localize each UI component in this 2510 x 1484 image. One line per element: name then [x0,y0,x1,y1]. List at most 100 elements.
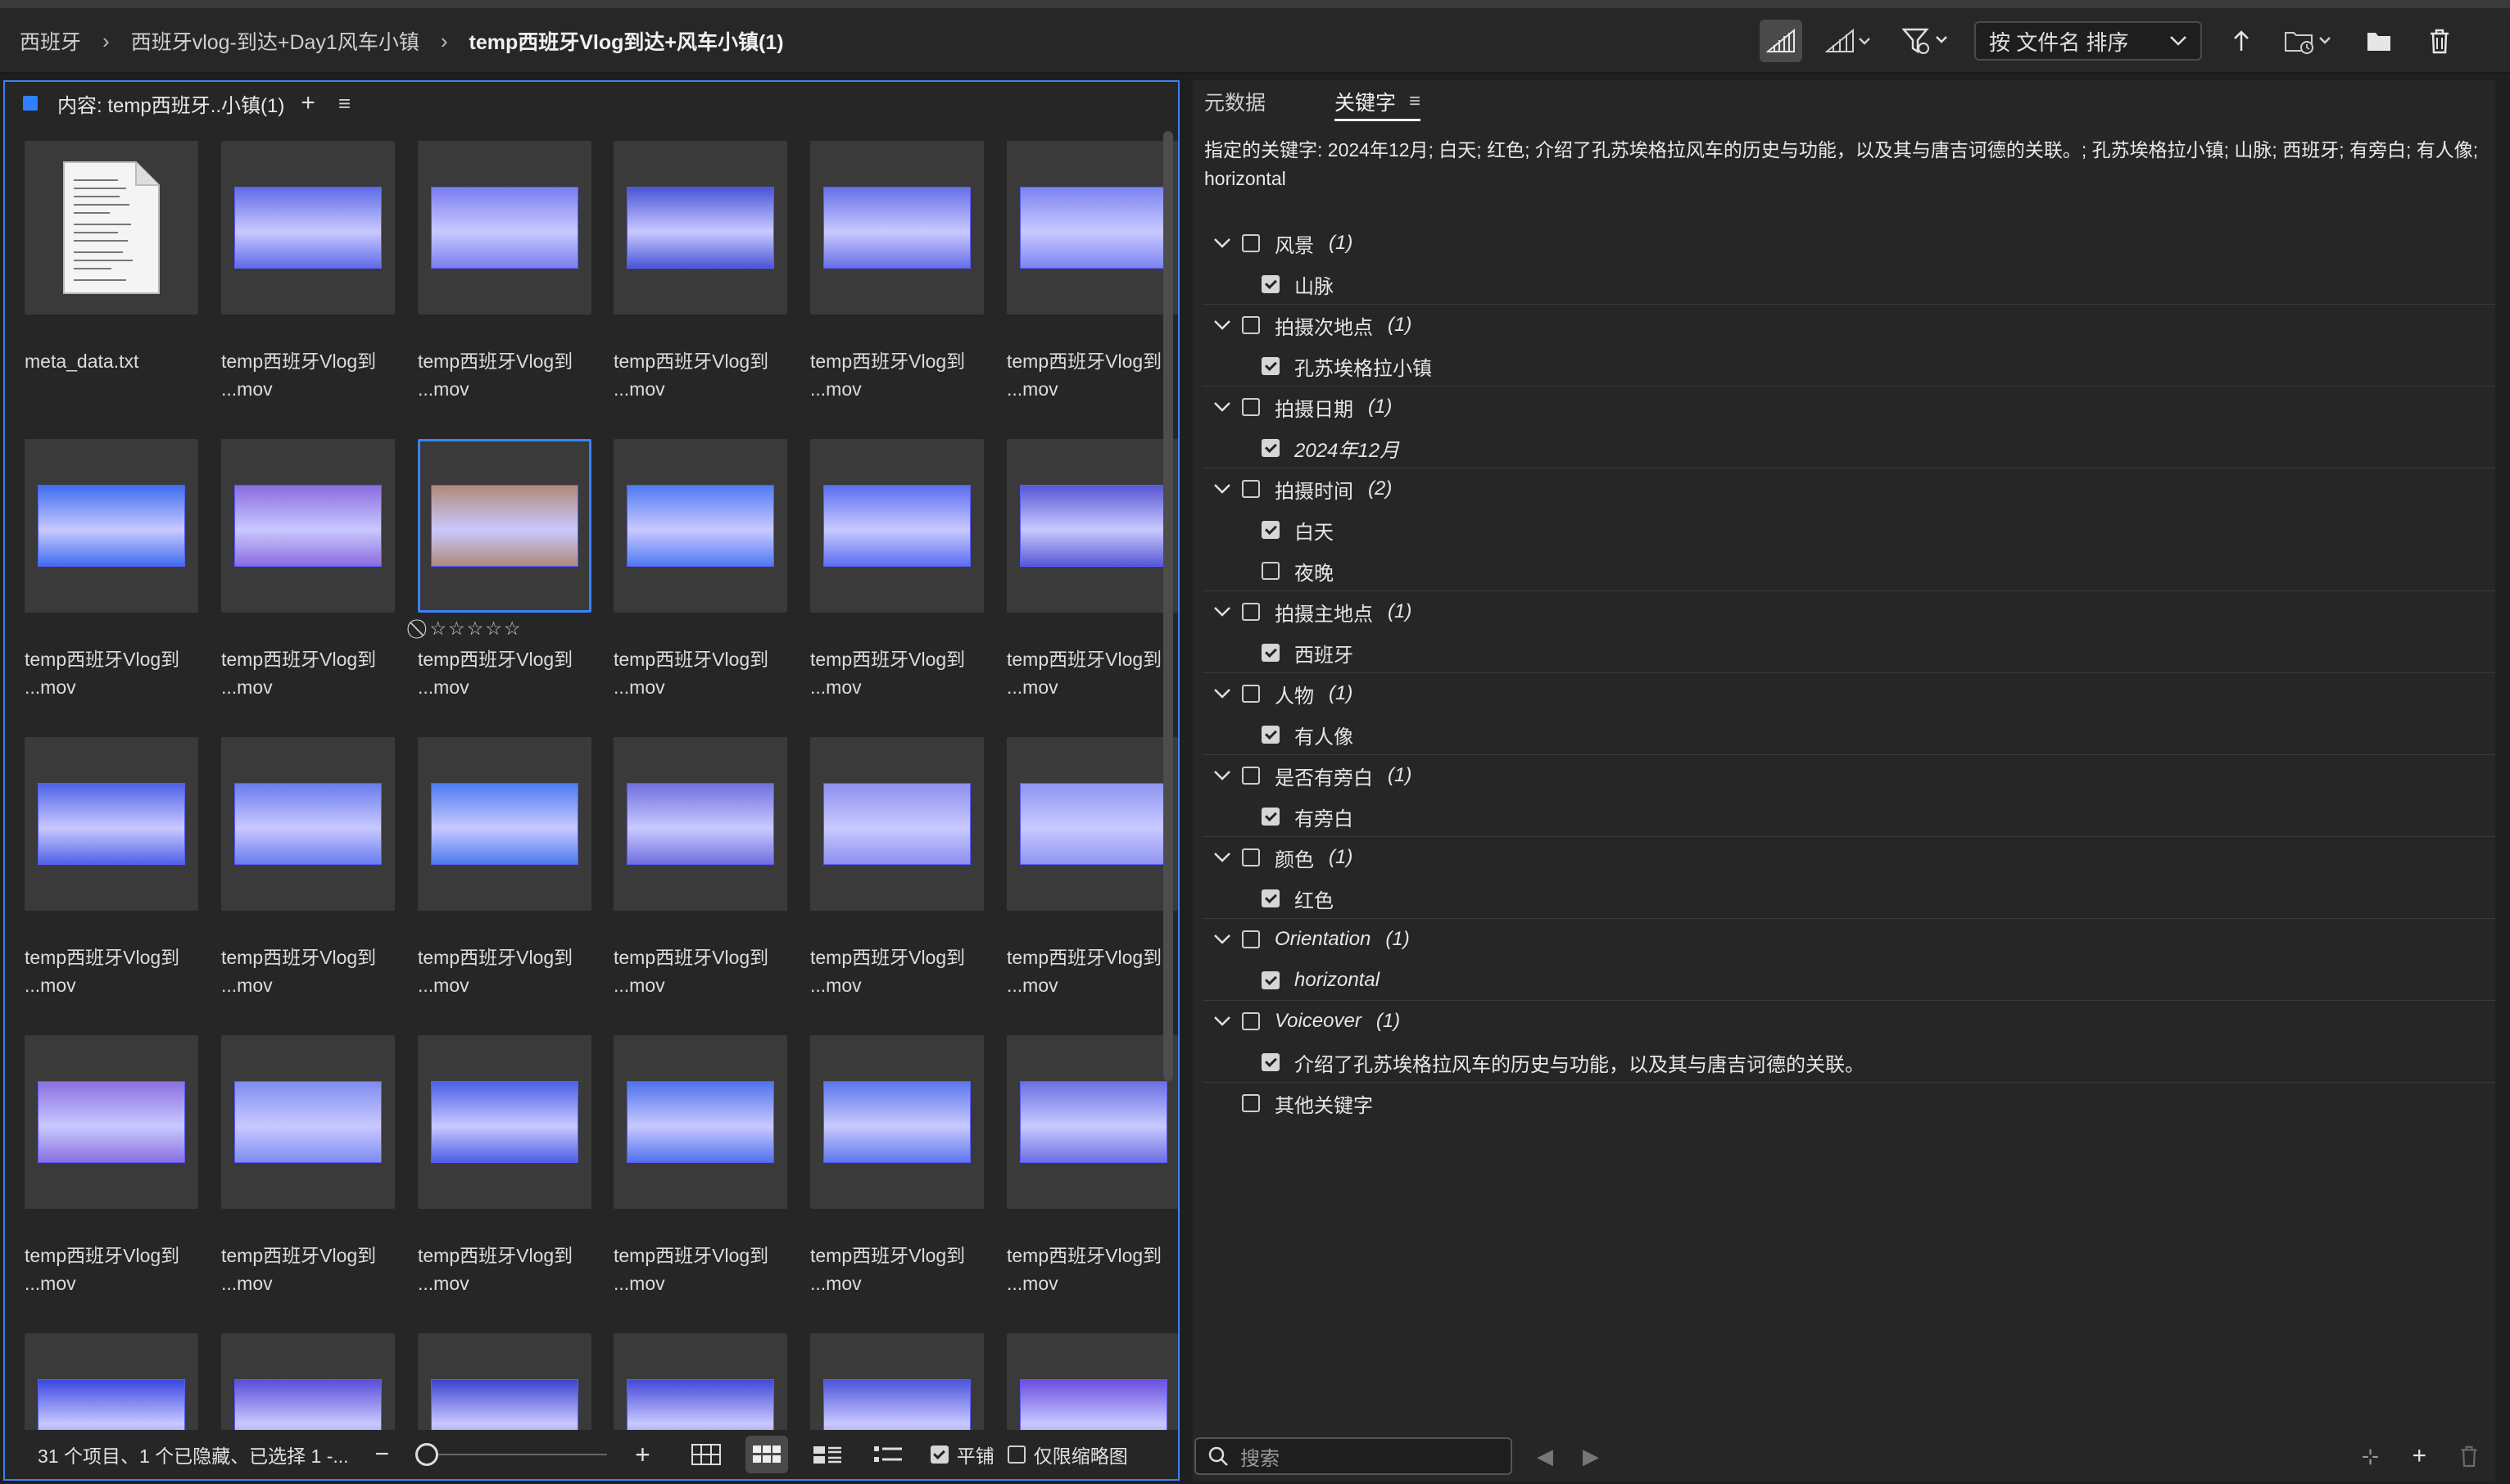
keyword-checkbox[interactable] [1242,767,1260,785]
thumbnail-image[interactable] [25,439,198,613]
thumbnail-item[interactable]: temp西班牙Vlog到 ...mov [418,141,591,403]
thumbnails-only-option[interactable]: 仅限缩略图 [1007,1441,1128,1468]
tab-keywords[interactable]: 关键字 ≡ [1334,80,1421,123]
breadcrumb-item-root[interactable]: 西班牙 [20,26,81,56]
previous-result-icon[interactable]: ◀ [1537,1444,1553,1469]
breadcrumb-item-current[interactable]: temp西班牙Vlog到达+风车小镇(1) [469,26,784,56]
keyword-item[interactable]: 孔苏埃格拉小镇 [1203,346,2495,387]
quality-dropdown-button[interactable] [1820,20,1879,62]
thumbnail-image[interactable] [810,141,984,314]
rating-stars[interactable]: ⃠ ☆☆☆☆☆ [421,618,523,640]
chevron-down-icon[interactable] [1212,479,1232,499]
keyword-group[interactable]: 拍摄主地点 (1) [1203,591,2495,632]
thumbnail-image[interactable] [221,737,395,911]
thumbnail-item[interactable]: temp西班牙Vlog到 ...mov [1007,1035,1178,1297]
content-scrollbar[interactable] [1163,131,1173,1081]
thumbnail-image[interactable] [221,439,395,613]
thumbnail-item[interactable]: temp西班牙Vlog到 ...mov [810,1035,984,1297]
keyword-checkbox[interactable] [1262,562,1280,580]
keyword-checkbox[interactable] [1242,234,1260,252]
keyword-checkbox[interactable] [1262,726,1280,744]
chevron-down-icon[interactable] [1212,766,1232,785]
chevron-down-icon[interactable] [1212,233,1232,253]
keyword-checkbox[interactable] [1262,971,1280,989]
keyword-group[interactable]: 颜色 (1) [1203,837,2495,878]
keyword-checkbox[interactable] [1262,357,1280,375]
chevron-down-icon[interactable] [1212,602,1232,622]
keyword-group[interactable]: 拍摄日期 (1) [1203,387,2495,428]
thumbnail-item[interactable]: temp西班牙Vlog到 ...mov [25,737,198,999]
thumbnail-item[interactable]: temp西班牙Vlog到 ...mov [1007,141,1178,403]
tile-checkbox[interactable] [930,1446,949,1464]
thumbnail-image[interactable] [810,1035,984,1209]
thumbnail-image[interactable] [614,439,787,613]
keyword-checkbox[interactable] [1262,275,1280,293]
chevron-down-icon[interactable] [1212,397,1232,417]
thumbnail-image[interactable] [810,737,984,911]
trash-icon[interactable] [2459,1445,2479,1468]
thumbnail-item[interactable]: temp西班牙Vlog到 ...mov [25,439,198,701]
thumbnail-item[interactable]: temp西班牙Vlog到 ...mov [221,737,395,999]
thumbnail-image[interactable] [221,1035,395,1209]
panel-menu-icon[interactable]: ≡ [338,91,351,116]
keyword-group[interactable]: 风景 (1) [1203,223,2495,264]
thumbnail-image[interactable] [614,141,787,314]
thumbnails-only-checkbox[interactable] [1007,1446,1026,1464]
breadcrumb-item-parent[interactable]: 西班牙vlog-到达+Day1风车小镇 [131,26,419,56]
thumbnail-image[interactable] [221,141,395,314]
thumbnail-item[interactable]: temp西班牙Vlog到 ...mov [1007,737,1178,999]
chevron-down-icon[interactable] [1212,684,1232,704]
filter-button[interactable] [1897,20,1956,62]
keyword-checkbox[interactable] [1242,848,1260,866]
chevron-down-icon[interactable] [1212,315,1232,335]
thumbnail-size-slider[interactable] [415,1443,608,1466]
thumbnail-image[interactable] [418,1035,591,1209]
keyword-checkbox[interactable] [1242,316,1260,334]
thumbnail-image[interactable] [1007,141,1178,314]
keyword-item[interactable]: 有旁白 [1203,796,2495,837]
keyword-checkbox[interactable] [1242,685,1260,703]
keyword-checkbox[interactable] [1262,889,1280,907]
thumbnail-item[interactable]: temp西班牙Vlog到 ...mov [221,439,395,701]
thumbnail-item[interactable]: temp西班牙Vlog到 ...mov [221,141,395,403]
keyword-item[interactable]: 有人像 [1203,714,2495,755]
tile-option[interactable]: 平铺 [930,1441,994,1468]
keyword-item[interactable]: 白天 [1203,509,2495,550]
keyword-search-input[interactable]: 搜索 [1194,1437,1512,1475]
new-keyword-icon[interactable]: + [2412,1442,2426,1470]
thumbnail-image[interactable] [1007,1035,1178,1209]
other-keywords-item[interactable]: 其他关键字 [1203,1083,2495,1124]
keyword-group[interactable]: Orientation (1) [1203,919,2495,960]
keyword-item[interactable]: 介绍了孔苏埃格拉风车的历史与功能，以及其与唐吉诃德的关联。 [1203,1042,2495,1083]
keyword-item[interactable]: 山脉 [1203,264,2495,305]
thumbnail-image[interactable] [418,439,591,613]
thumbnail-image[interactable] [418,737,591,911]
thumbnail-item[interactable]: temp西班牙Vlog到 ...mov [1007,439,1178,701]
keyword-item[interactable]: 红色 [1203,878,2495,919]
view-grid-lock-button[interactable] [685,1436,727,1473]
sort-dropdown[interactable]: 按 文件名 排序 [1974,21,2202,61]
view-thumbnails-button[interactable] [745,1436,788,1473]
new-sub-keyword-icon[interactable]: ⊹ [2362,1444,2380,1469]
keyword-group[interactable]: 是否有旁白 (1) [1203,755,2495,796]
keyword-checkbox[interactable] [1242,930,1260,948]
thumbnail-item[interactable]: temp西班牙Vlog到 ...mov [418,1035,591,1297]
keyword-group[interactable]: 拍摄次地点 (1) [1203,305,2495,346]
zoom-in-icon[interactable]: + [635,1440,650,1470]
keyword-checkbox[interactable] [1242,1094,1260,1112]
add-tab-icon[interactable]: + [301,89,315,117]
slider-knob[interactable] [415,1443,439,1466]
new-folder-button[interactable] [2358,20,2400,62]
thumbnail-item[interactable]: temp西班牙Vlog到 ...mov [614,1035,787,1297]
zoom-out-icon[interactable]: − [375,1441,390,1468]
keyword-group[interactable]: 拍摄时间 (2) [1203,468,2495,509]
chevron-down-icon[interactable] [1212,930,1232,949]
keyword-checkbox[interactable] [1262,644,1280,662]
keyword-checkbox[interactable] [1242,398,1260,416]
next-result-icon[interactable]: ▶ [1583,1444,1599,1469]
keyword-checkbox[interactable] [1242,603,1260,621]
chevron-down-icon[interactable] [1212,848,1232,867]
thumbnail-image[interactable] [25,1035,198,1209]
chevron-down-icon[interactable] [1212,1011,1232,1031]
thumbnail-image[interactable] [614,1035,787,1209]
